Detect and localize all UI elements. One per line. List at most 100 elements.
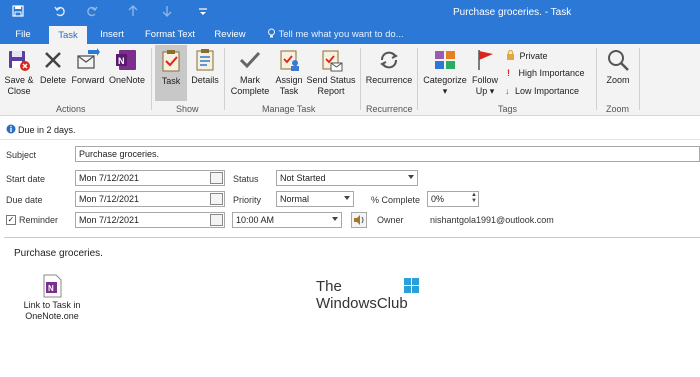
exclamation-icon: ! [507,68,510,78]
forward-button[interactable]: Forward [70,44,106,102]
info-icon [6,124,16,136]
group-manage-task-label: Manage Task [262,104,316,114]
tab-review[interactable]: Review [208,25,252,44]
tab-insert[interactable]: Insert [94,25,130,44]
checkmark-icon [238,48,262,72]
low-importance-button[interactable]: ↓ Low Importance [505,86,579,96]
undo-icon[interactable] [54,5,66,20]
onenote-attachment[interactable]: N Link to Task in OneNote.one [8,274,96,322]
zoom-button[interactable]: Zoom [600,44,636,102]
recurrence-button[interactable]: Recurrence [363,44,415,102]
customize-icon[interactable] [198,5,208,20]
calendar-icon[interactable] [210,193,223,205]
assign-task-icon [277,48,301,72]
send-status-label-1: Send Status [306,75,356,85]
percent-complete-value: 0% [431,194,445,204]
redo-icon[interactable] [86,5,98,20]
spin-arrows-icon[interactable]: ▲ ▼ [471,192,477,204]
task-view-label: Task [161,76,181,86]
send-status-report-button[interactable]: Send Status Report [306,44,356,102]
tell-me-search[interactable]: Tell me what you want to do... [267,25,404,44]
categorize-button[interactable]: Categorize ▾ [420,44,470,102]
status-value: Not Started [280,173,326,183]
subject-input[interactable]: Purchase groceries. [75,146,700,162]
save-icon[interactable] [12,5,24,20]
down-arrow-icon[interactable] [162,5,172,20]
group-zoom-label: Zoom [606,104,630,114]
priority-dropdown[interactable]: Normal [276,191,354,207]
assign-task-button[interactable]: Assign Task [272,44,306,102]
mark-complete-button[interactable]: Mark Complete [228,44,272,102]
attachment-label-2: OneNote.one [25,311,79,321]
lightbulb-icon [267,28,278,40]
tell-me-text: Tell me what you want to do... [278,29,404,40]
delete-label: Delete [39,75,66,85]
calendar-icon[interactable] [210,214,223,226]
owner-label: Owner [377,215,404,225]
low-importance-label: Low Importance [515,86,580,96]
owner-value: nishantgola1991@outlook.com [430,215,554,225]
save-close-button[interactable]: Save & Close [2,44,36,102]
watermark-line-1: The [316,278,342,295]
details-button[interactable]: Details [189,44,221,102]
onenote-label: OneNote [108,75,146,85]
calendar-icon[interactable] [210,172,223,184]
lock-icon [506,49,515,61]
magnifier-icon [606,48,630,72]
mark-complete-label-1: Mark [240,75,260,85]
recurrence-icon [377,48,401,72]
onenote-file-icon: N [41,274,63,300]
reminder-sound-button[interactable] [351,212,367,228]
task-body-editor[interactable]: Purchase groceries. N Link to Task in On… [4,237,700,377]
tab-task[interactable]: Task [49,26,87,44]
private-label: Private [519,51,548,61]
status-dropdown[interactable]: Not Started [276,170,418,186]
save-close-label-2: Close [7,86,31,96]
task-view-button[interactable]: Task [155,45,187,101]
reminder-time-dropdown[interactable]: 10:00 AM [232,212,342,228]
priority-label: Priority [233,195,262,205]
task-clipboard-icon [159,49,183,73]
due-date-field[interactable]: Mon 7/12/2021 [75,191,225,207]
windows-logo-icon [404,278,420,294]
group-separator [360,48,361,110]
mark-complete-label-2: Complete [230,86,270,96]
watermark: The WindowsClub [316,278,408,312]
subject-label: Subject [6,150,37,160]
forward-label: Forward [71,75,105,85]
percent-complete-stepper[interactable]: 0% ▲ ▼ [427,191,479,207]
priority-value: Normal [280,194,310,204]
status-label: Status [233,174,259,184]
assign-task-label-1: Assign [275,75,303,85]
zoom-label: Zoom [606,75,630,85]
high-importance-button[interactable]: ! High Importance [507,68,585,78]
onenote-button[interactable]: N OneNote [106,44,148,102]
chevron-down-icon [344,196,350,200]
private-button[interactable]: Private [506,49,548,61]
delete-button[interactable]: Delete [37,44,69,102]
due-date-value: Mon 7/12/2021 [79,194,140,204]
follow-up-button[interactable]: Follow Up ▾ [470,44,500,102]
svg-text:N: N [118,56,125,66]
watermark-line-2: WindowsClub [316,295,408,312]
assign-task-label-2: Task [279,86,299,96]
save-close-label-1: Save & [4,75,34,85]
tab-format-text[interactable]: Format Text [139,25,201,44]
details-label: Details [191,75,219,85]
onenote-icon: N [115,48,139,72]
start-date-label: Start date [6,174,46,184]
tab-file[interactable]: File [8,25,38,44]
percent-complete-label: % Complete [371,195,421,205]
due-date-label: Due date [6,195,43,205]
attachment-label-1: Link to Task in [23,300,81,310]
categorize-icon [433,48,457,72]
reminder-checkbox[interactable]: ✓ [6,215,16,225]
delete-icon [41,48,65,72]
due-info-text: Due in 2 days. [18,125,76,135]
reminder-date-field[interactable]: Mon 7/12/2021 [75,212,225,228]
up-arrow-icon[interactable] [128,5,138,20]
reminder-date-value: Mon 7/12/2021 [79,215,140,225]
ribbon: Save & Close Delete Forward N OneNote Act… [0,44,700,116]
start-date-field[interactable]: Mon 7/12/2021 [75,170,225,186]
start-date-value: Mon 7/12/2021 [79,173,140,183]
